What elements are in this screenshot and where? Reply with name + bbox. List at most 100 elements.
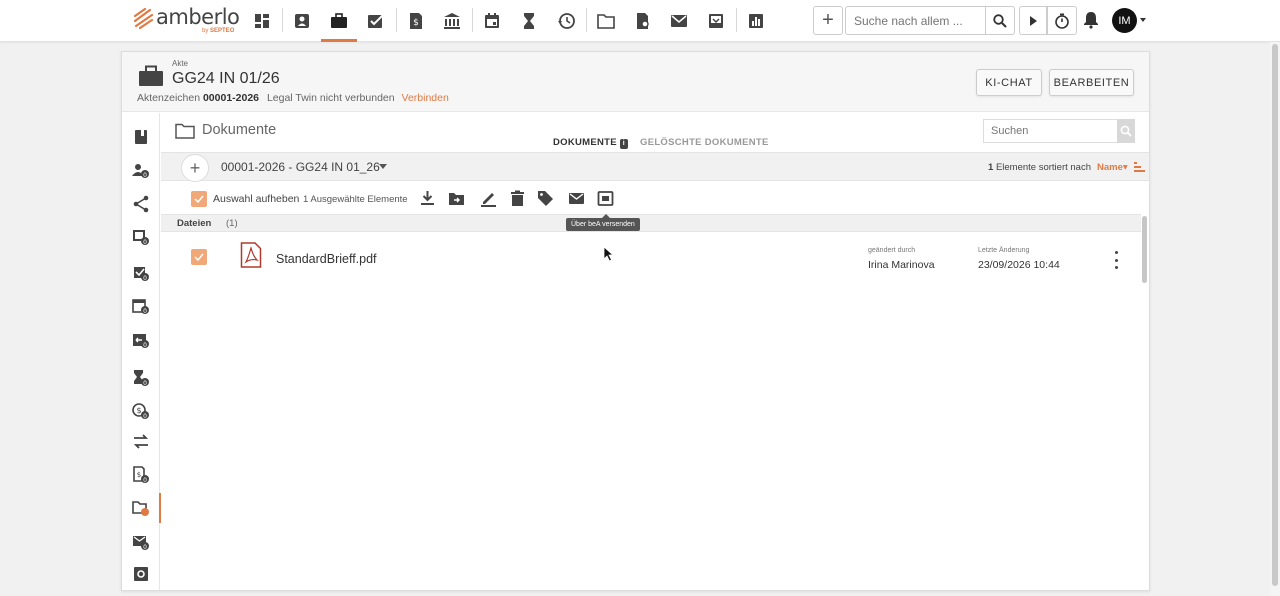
sort-field-dropdown[interactable]: Name▾ xyxy=(1097,162,1128,173)
files-scrollbar-thumb[interactable] xyxy=(1142,216,1147,283)
deselect-button[interactable]: Auswahl aufheben xyxy=(213,193,299,205)
svg-text:0: 0 xyxy=(143,308,147,315)
folder-path-caret-icon[interactable] xyxy=(379,164,387,169)
hourglass-icon[interactable] xyxy=(511,0,547,42)
global-search-input[interactable] xyxy=(845,6,985,35)
nav-separator xyxy=(736,8,737,32)
case-reference: 00001-2026 xyxy=(202,92,260,104)
info-icon: i xyxy=(619,139,628,149)
time-history-icon[interactable] xyxy=(548,0,584,42)
contacts-icon[interactable] xyxy=(284,0,320,42)
sort-order-icon[interactable] xyxy=(1134,162,1145,172)
file-row[interactable]: StandardBrieff.pdf geändert durch Irina … xyxy=(161,232,1141,288)
check-icon xyxy=(194,195,204,203)
row-menu-kebab-icon[interactable] xyxy=(1112,251,1120,269)
download-icon[interactable] xyxy=(417,189,437,207)
nav-separator xyxy=(282,8,283,32)
case-header: Akte GG24 IN 01/26 Aktenzeichen 00001-20… xyxy=(122,52,1149,112)
sort-info: 1 Elemente sortiert nach xyxy=(988,162,1091,173)
nav-separator xyxy=(472,8,473,32)
brand-name: amberlo xyxy=(156,5,240,29)
global-search-button[interactable] xyxy=(985,6,1015,35)
folder-icon[interactable] xyxy=(588,0,624,42)
documents-panel: Dokumente DOKUMENTE i GELÖSCHTE DOKUMENTE… xyxy=(161,113,1149,590)
file-row-checkbox[interactable] xyxy=(191,249,207,265)
mail-count-icon[interactable]: 0 xyxy=(122,527,160,557)
case-meta: Aktenzeichen 00001-2026 Legal Twin nicht… xyxy=(137,92,449,104)
documents-count-icon[interactable]: 0 xyxy=(122,222,160,252)
search-icon xyxy=(1120,125,1132,137)
ai-chat-button[interactable]: KI-CHAT xyxy=(976,69,1042,96)
documents-title: Dokumente xyxy=(202,122,277,138)
case-card: Akte GG24 IN 01/26 Aktenzeichen 00001-20… xyxy=(121,51,1150,591)
case-title: GG24 IN 01/26 xyxy=(172,70,280,87)
documents-search-button[interactable] xyxy=(1117,119,1135,143)
briefcase-icon xyxy=(139,65,163,86)
hourglass-count-icon[interactable]: 0 xyxy=(122,363,160,393)
inbox-icon[interactable] xyxy=(698,0,734,42)
user-avatar[interactable]: IM xyxy=(1112,8,1137,33)
calendar-icon[interactable] xyxy=(474,0,510,42)
connect-link[interactable]: Verbinden xyxy=(402,92,449,104)
tab-documents[interactable]: DOKUMENTE i xyxy=(553,137,628,149)
reports-icon[interactable] xyxy=(738,0,774,42)
folder-path-bar: + 00001-2026 - GG24 IN 01_26 1 Elemente … xyxy=(161,152,1149,182)
dashboard-icon[interactable] xyxy=(244,0,280,42)
send-email-icon[interactable] xyxy=(566,189,586,207)
notifications-bell-icon[interactable] xyxy=(1083,11,1099,29)
tab-deleted-documents[interactable]: GELÖSCHTE DOKUMENTE xyxy=(640,137,769,148)
svg-text:$: $ xyxy=(136,406,141,415)
last-change: 23/09/2026 10:44 xyxy=(978,259,1060,271)
participants-icon[interactable]: 0 xyxy=(122,156,160,186)
nav-separator xyxy=(586,8,587,32)
svg-text:0: 0 xyxy=(143,239,147,246)
cases-icon[interactable] xyxy=(321,0,357,42)
stopwatch-button[interactable] xyxy=(1047,6,1077,35)
page-scrollbar-thumb[interactable] xyxy=(1272,44,1278,586)
billing-time-count-icon[interactable]: $0 xyxy=(122,396,160,426)
svg-text:$: $ xyxy=(137,471,141,479)
tag-icon[interactable] xyxy=(535,189,555,207)
svg-text:0: 0 xyxy=(143,477,147,484)
files-scrollbar[interactable] xyxy=(1141,214,1149,590)
documents-header: Dokumente DOKUMENTE i GELÖSCHTE DOKUMENTE xyxy=(161,113,1149,152)
document-search-icon[interactable] xyxy=(625,0,661,42)
top-bar: amberlo by SEPTEO $ + IM xyxy=(0,0,1280,42)
bank-icon[interactable] xyxy=(434,0,470,42)
add-document-button[interactable]: + xyxy=(181,154,209,182)
quick-add-button[interactable]: + xyxy=(813,6,843,35)
page-scrollbar[interactable] xyxy=(1270,42,1280,596)
edit-button[interactable]: BEARBEITEN xyxy=(1049,69,1134,96)
documents-search-input[interactable] xyxy=(983,119,1118,143)
search-icon xyxy=(993,13,1007,28)
settings-box-icon[interactable] xyxy=(122,559,160,589)
twin-status: Legal Twin nicht verbunden xyxy=(266,92,395,104)
changed-by-label: geändert durch xyxy=(868,247,916,254)
transfer-icon[interactable] xyxy=(122,427,160,457)
select-all-checkbox[interactable] xyxy=(191,191,207,207)
folder-active-icon[interactable] xyxy=(122,493,161,523)
file-name[interactable]: StandardBrieff.pdf xyxy=(276,252,377,266)
mail-icon[interactable] xyxy=(661,0,697,42)
tasks-count-icon[interactable]: 0 xyxy=(122,258,160,288)
tasks-icon[interactable] xyxy=(358,0,394,42)
amberlo-logo[interactable]: amberlo by SEPTEO xyxy=(132,5,240,35)
folder-path[interactable]: 00001-2026 - GG24 IN 01_26 xyxy=(221,160,380,174)
calendar-count-icon[interactable]: 0 xyxy=(122,291,160,321)
move-to-folder-icon[interactable] xyxy=(446,189,466,207)
user-menu-caret-icon[interactable] xyxy=(1140,18,1146,22)
start-timer-button[interactable] xyxy=(1019,6,1047,35)
svg-text:0: 0 xyxy=(143,172,147,179)
share-icon[interactable] xyxy=(122,189,160,219)
check-icon xyxy=(194,253,204,261)
rename-pencil-icon[interactable] xyxy=(478,189,498,207)
deadlines-count-icon[interactable]: 0 xyxy=(122,325,160,355)
send-via-bea-icon[interactable] xyxy=(595,189,615,207)
stopwatch-icon xyxy=(1055,13,1069,29)
billing-icon[interactable]: $ xyxy=(398,0,434,42)
invoice-count-icon[interactable]: $0 xyxy=(122,460,160,490)
amberlo-logo-mark-icon xyxy=(133,7,154,29)
delete-trash-icon[interactable] xyxy=(507,189,527,207)
notebook-icon[interactable] xyxy=(122,122,160,152)
case-type-label: Akte xyxy=(172,59,189,68)
